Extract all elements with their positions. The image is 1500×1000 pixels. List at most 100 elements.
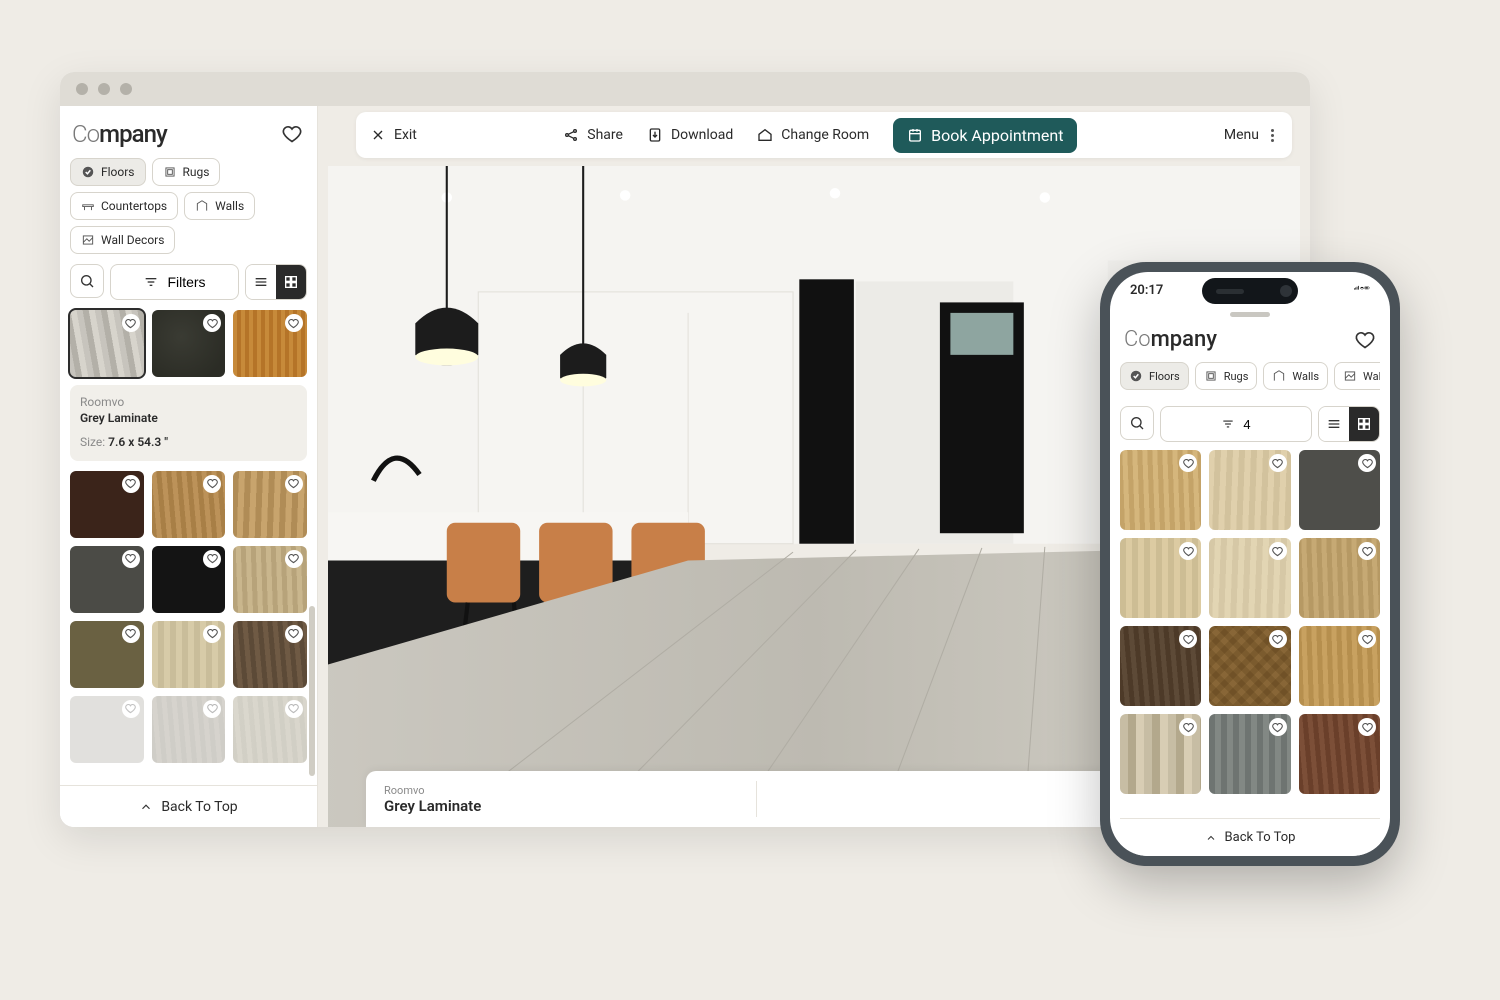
phone-favorites-icon[interactable] (1354, 329, 1376, 351)
divider (756, 781, 757, 817)
swatch-heart-icon[interactable] (1358, 718, 1376, 736)
swatch-heart-icon[interactable] (1269, 542, 1287, 560)
sidebar-scroll[interactable]: Company FloorsRugs CountertopsWalls Wall D… (60, 106, 317, 785)
swatch-p2[interactable] (1209, 450, 1290, 530)
phone-back-to-top-button[interactable]: Back To Top (1120, 818, 1380, 856)
phone-list-view-button[interactable] (1319, 407, 1349, 441)
filters-label: Filters (167, 274, 205, 290)
swatch-sw-fade-3[interactable] (233, 696, 307, 763)
brand-logo[interactable]: Company (72, 120, 167, 148)
category-chip-rugs[interactable]: Rugs (152, 158, 221, 186)
phone-filters-count: 4 (1243, 417, 1250, 432)
swatch-heart-icon[interactable] (203, 700, 221, 718)
swatch-heart-icon[interactable] (285, 475, 303, 493)
category-chip-countertops[interactable]: Countertops (70, 192, 178, 220)
category-chip-wall-de[interactable]: Wall De (1334, 362, 1380, 390)
swatch-heart-icon[interactable] (285, 700, 303, 718)
swatch-sw-chocolate[interactable] (70, 471, 144, 538)
swatch-p5[interactable] (1209, 538, 1290, 618)
category-chips: FloorsRugs CountertopsWalls Wall Decors (70, 158, 307, 254)
swatch-p11[interactable] (1209, 714, 1290, 794)
swatch-heart-icon[interactable] (285, 550, 303, 568)
book-appointment-button[interactable]: Book Appointment (893, 118, 1077, 153)
swatch-heart-icon[interactable] (1358, 542, 1376, 560)
swatch-heart-icon[interactable] (1269, 630, 1287, 648)
category-chip-wall-decors[interactable]: Wall Decors (70, 226, 175, 254)
phone-brand-logo[interactable]: Company (1124, 327, 1217, 352)
grid-view-button[interactable] (276, 265, 306, 299)
back-to-top-button[interactable]: Back To Top (60, 785, 317, 827)
window-dot[interactable] (120, 83, 132, 95)
swatch-sw-oak-1[interactable] (152, 471, 226, 538)
window-dot[interactable] (76, 83, 88, 95)
change-room-button[interactable]: Change Room (757, 127, 869, 143)
phone-grid-view-button[interactable] (1349, 407, 1379, 441)
category-chip-walls[interactable]: Walls (184, 192, 255, 220)
swatch-heart-icon[interactable] (1358, 630, 1376, 648)
swatch-sw-bamboo[interactable] (233, 310, 307, 377)
swatch-sw-ash[interactable] (233, 546, 307, 613)
rug-icon (163, 165, 177, 179)
category-chip-floors[interactable]: Floors (1120, 362, 1189, 390)
category-chip-floors[interactable]: Floors (70, 158, 146, 186)
swatch-heart-icon[interactable] (1269, 454, 1287, 472)
download-button[interactable]: Download (647, 127, 733, 143)
swatch-heart-icon[interactable] (285, 314, 303, 332)
phone-filters-button[interactable]: 4 (1160, 406, 1312, 442)
swatch-p1[interactable] (1120, 450, 1201, 530)
swatch-sw-slate[interactable] (70, 546, 144, 613)
swatch-heart-icon[interactable] (1269, 718, 1287, 736)
current-vendor: Roomvo (384, 784, 732, 797)
counter-icon (81, 199, 95, 213)
swatch-heart-icon[interactable] (1179, 542, 1197, 560)
swatch-sw-fade-2[interactable] (152, 696, 226, 763)
selected-info-card: Roomvo Grey Laminate Size: 7.6 x 54.3 " (70, 385, 307, 461)
phone-swatch-grid[interactable] (1120, 450, 1380, 818)
sheet-handle[interactable] (1230, 312, 1270, 317)
favorites-icon[interactable] (281, 123, 303, 145)
category-chip-walls[interactable]: Walls (1263, 362, 1328, 390)
category-chip-rugs[interactable]: Rugs (1195, 362, 1258, 390)
swatch-p6[interactable] (1299, 538, 1380, 618)
swatch-p4[interactable] (1120, 538, 1201, 618)
swatch-heart-icon[interactable] (122, 550, 140, 568)
swatch-heart-icon[interactable] (122, 700, 140, 718)
swatch-heart-icon[interactable] (122, 475, 140, 493)
swatch-sw-olive[interactable] (70, 621, 144, 688)
swatch-sw-black[interactable] (152, 546, 226, 613)
share-button[interactable]: Share (563, 127, 623, 143)
exit-button[interactable]: Exit (370, 127, 417, 143)
swatch-heart-icon[interactable] (285, 625, 303, 643)
swatch-heart-icon[interactable] (122, 314, 140, 332)
phone-mockup: 20:17 Company Flo (1100, 262, 1400, 866)
swatch-heart-icon[interactable] (1179, 630, 1197, 648)
swatch-heart-icon[interactable] (1358, 454, 1376, 472)
swatch-p9[interactable] (1299, 626, 1380, 706)
swatch-sw-pale[interactable] (152, 621, 226, 688)
search-button[interactable] (70, 264, 104, 298)
filters-button[interactable]: Filters (110, 264, 239, 300)
swatch-p8[interactable] (1209, 626, 1290, 706)
sidebar-scrollbar[interactable] (309, 606, 315, 776)
swatch-heart-icon[interactable] (203, 475, 221, 493)
swatch-sw-grey-laminate[interactable] (70, 310, 144, 377)
swatch-heart-icon[interactable] (203, 314, 221, 332)
menu-button[interactable]: Menu (1224, 127, 1278, 143)
phone-search-button[interactable] (1120, 406, 1154, 440)
swatch-p12[interactable] (1299, 714, 1380, 794)
swatch-p10[interactable] (1120, 714, 1201, 794)
list-view-button[interactable] (246, 265, 276, 299)
swatch-sw-dark-moss[interactable] (152, 310, 226, 377)
swatch-sw-fade-1[interactable] (70, 696, 144, 763)
swatch-heart-icon[interactable] (203, 550, 221, 568)
swatch-sw-walnut[interactable] (233, 621, 307, 688)
swatch-sw-oak-2[interactable] (233, 471, 307, 538)
swatch-heart-icon[interactable] (1179, 454, 1197, 472)
window-dot[interactable] (98, 83, 110, 95)
phone-category-chips[interactable]: FloorsRugsWallsWall De (1120, 362, 1380, 390)
swatch-heart-icon[interactable] (1179, 718, 1197, 736)
swatch-p7[interactable] (1120, 626, 1201, 706)
swatch-heart-icon[interactable] (122, 625, 140, 643)
swatch-heart-icon[interactable] (203, 625, 221, 643)
swatch-p3[interactable] (1299, 450, 1380, 530)
